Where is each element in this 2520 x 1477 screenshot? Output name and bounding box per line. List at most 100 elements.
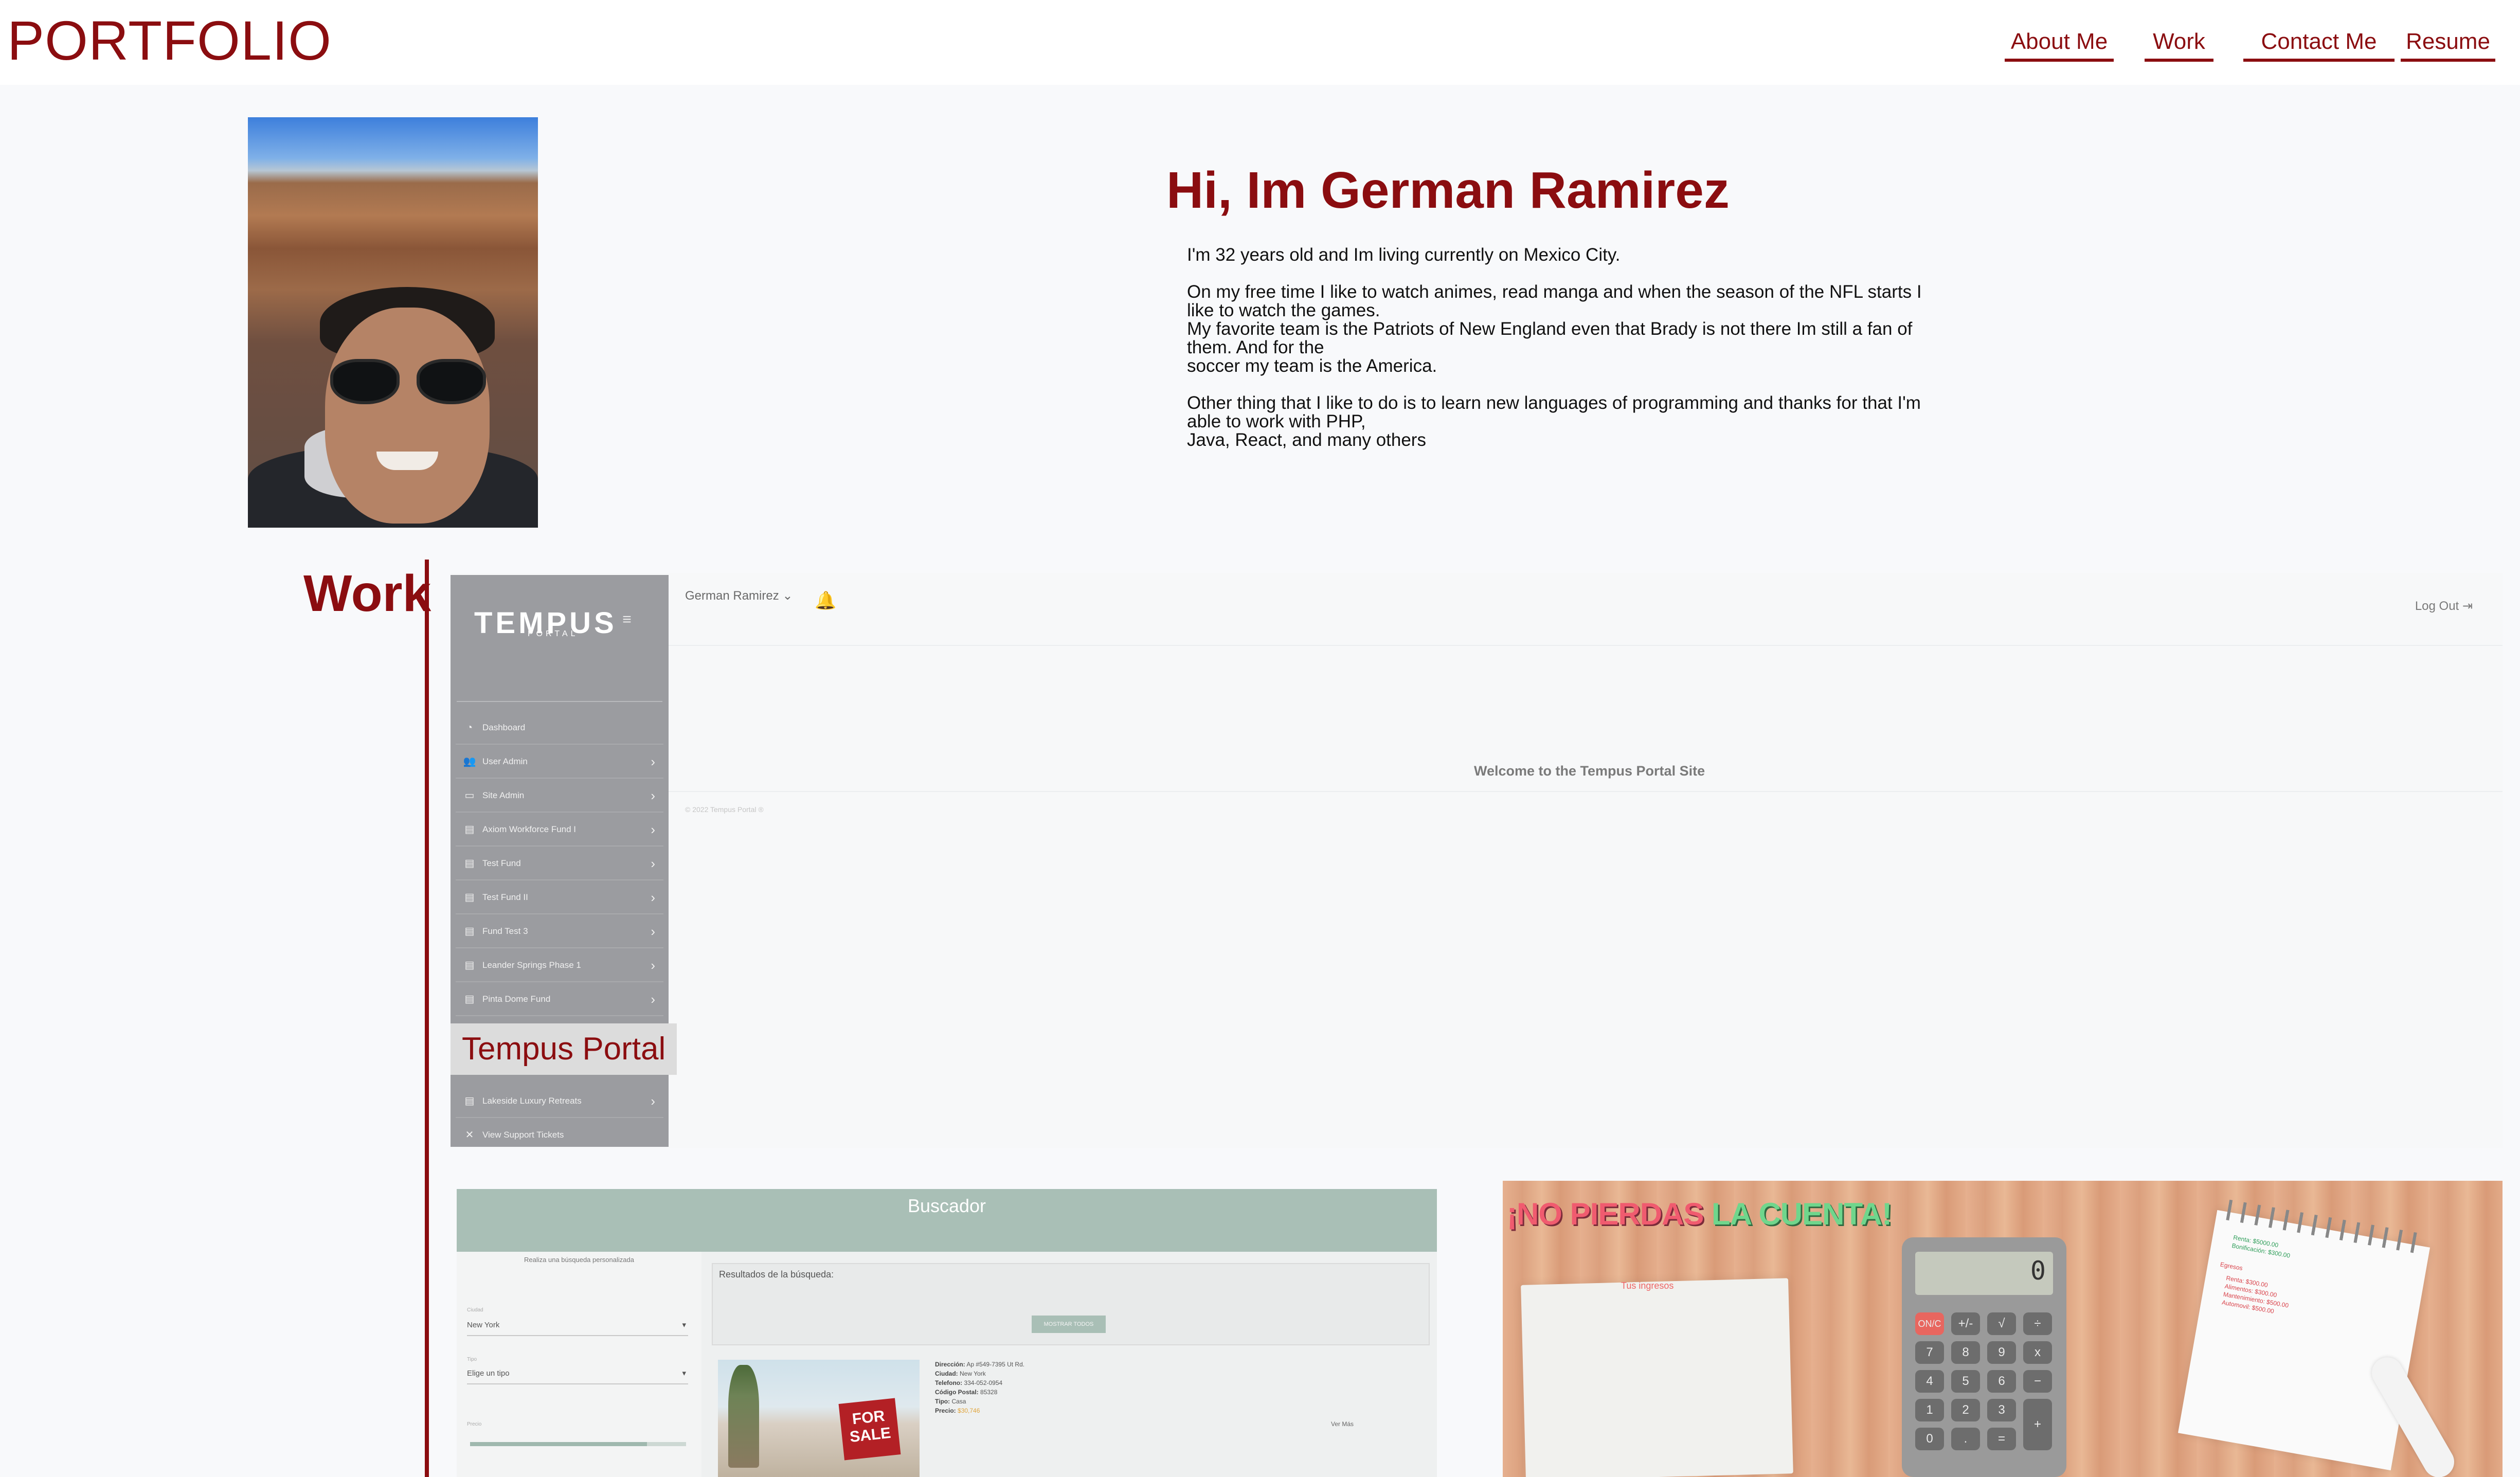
buscador-header: Buscador [457,1189,1437,1252]
notebook-egresos-label: Egresos [2219,1260,2243,1272]
crumpled-paper [1521,1278,1793,1477]
tempus-menu-item: ▭ Site Admin › [456,779,663,813]
about-paragraph: On my free time I like to watch animes, … [1187,283,1979,375]
listing-info-key: Código Postal: [935,1389,979,1396]
calculator-key: 0 [1915,1428,1944,1450]
chevron-right-icon: › [651,788,655,803]
listing-info-key: Dirección: [935,1361,965,1368]
caret-icon: ▾ [682,1369,686,1378]
calculator-key: 4 [1915,1370,1944,1393]
tempus-menu-label: Lakeside Luxury Retreats [482,1096,582,1106]
tempus-menu-label: Site Admin [482,790,525,800]
calculator-key: 6 [1987,1370,2016,1393]
chevron-right-icon: › [651,890,655,905]
chevron-right-icon: › [651,822,655,837]
results-heading: Resultados de la búsqueda: [719,1269,834,1280]
fund-icon: ▤ [464,994,475,1005]
nav-about-me[interactable]: About Me [2005,25,2114,62]
about-body: I'm 32 years old and Im living currently… [1187,246,1979,468]
buscador-subtitle: Realiza una búsqueda personalizada [524,1256,634,1264]
project-card-no-pierdas-la-cuenta[interactable]: ¡NO PIERDAS LA CUENTA! Tus ingresos 0 ON… [1503,1181,2503,1477]
nav-contact-me[interactable]: Contact Me [2243,25,2395,62]
notification-bell-icon: 🔔 [815,591,837,610]
listing-info-value: $30,746 [958,1407,980,1414]
listing-info-row: Tipo: Casa [935,1397,1024,1406]
cuenta-title: ¡NO PIERDAS LA CUENTA! [1507,1196,1892,1232]
chevron-right-icon: › [651,924,655,939]
tempus-menu-label: View Support Tickets [482,1130,564,1140]
calculator-key: + [2023,1399,2052,1450]
tempus-logout: Log Out ⇥ [2415,599,2473,614]
fund-icon: ▤ [464,960,475,971]
calculator-screen: 0 [1915,1252,2053,1295]
tempus-user-name: German Ramirez [685,589,779,603]
calculator-key: 2 [1951,1399,1980,1421]
paper-label: Tus ingresos [1621,1281,1674,1291]
tempus-menu-item: ▤ Test Fund › [456,846,663,880]
tempus-logo-sub: PORTAL [528,629,579,638]
tempus-menu-item: 👥 User Admin › [456,745,663,779]
city-label: Ciudad [467,1307,483,1313]
buscador-title: Buscador [907,1195,986,1216]
for-sale-sign: FOR SALE [838,1398,901,1461]
price-slider-fill [470,1442,647,1446]
top-header: PORTFOLIO About Me Work Contact Me Resum… [0,0,2520,85]
tempus-menu-label: Test Fund II [482,892,528,902]
calculator-key: . [1951,1428,1980,1450]
type-label: Tipo [467,1357,477,1362]
about-line: them. And for the [1187,337,1324,357]
calculator-key: 9 [1987,1341,2016,1364]
spiral-notebook: Renta: $5000.00 Bonificación: $300.00 Eg… [2177,1199,2431,1471]
fund-icon: ▤ [464,858,475,869]
chevron-right-icon: › [651,754,655,769]
calculator-key: − [2023,1370,2052,1393]
photo-smile [376,452,438,470]
see-more-link: Ver Más [1331,1420,1354,1428]
fund-icon: ▤ [464,926,475,937]
listing-info-row: Código Postal: 85328 [935,1388,1024,1397]
listing-info-value: Casa [951,1398,966,1405]
about-paragraph: I'm 32 years old and Im living currently… [1187,246,1979,264]
tools-icon: ✕ [465,1129,474,1141]
listing-info-row: Telefono: 334-052-0954 [935,1378,1024,1388]
logout-icon: ⇥ [2462,599,2473,613]
tempus-welcome-rule [669,791,2503,792]
fund-icon: ▤ [464,1095,475,1107]
palm-tree [728,1365,759,1468]
fund-icon: ▤ [464,824,475,835]
brand-title[interactable]: PORTFOLIO [7,7,332,74]
type-select: Elige un tipo ▾ [467,1366,688,1384]
tempus-menu-item: ▤ Test Fund II › [456,880,663,914]
tempus-copyright: © 2022 Tempus Portal ® [685,805,764,814]
calculator-display: 0 [2030,1256,2046,1286]
fund-icon: ▤ [464,892,475,903]
calculator-key: 8 [1951,1341,1980,1364]
tempus-menu-item: ▤ Leander Springs Phase 1 › [456,948,663,982]
calculator-key: +/- [1951,1312,1980,1335]
listing-info-row: Ciudad: New York [935,1369,1024,1378]
photo-face [325,308,490,524]
tempus-welcome: Welcome to the Tempus Portal Site [1474,763,1705,779]
nav-work[interactable]: Work [2145,25,2213,62]
listing-info-key: Precio: [935,1407,956,1414]
about-line: able to work with PHP, [1187,411,1366,431]
cuenta-title-a: ¡NO PIERDAS [1507,1197,1704,1231]
tempus-menu-label: User Admin [482,756,528,766]
about-line: like to watch the games. [1187,300,1380,320]
tempus-menu-item: ✕ View Support Tickets [456,1118,663,1148]
chevron-right-icon: › [651,1093,655,1109]
chevron-right-icon: › [651,856,655,871]
tempus-logout-label: Log Out [2415,599,2459,613]
calculator-key: 7 [1915,1341,1944,1364]
sunglasses [330,359,490,405]
sidebar-divider [457,701,662,702]
tempus-menu-label: Axiom Workforce Fund I [482,824,577,834]
project-card-tempus-portal[interactable]: TEMPUS PORTAL ≡ ◔ Dashboard 👥 User Admin › ▭ S… [451,573,2503,1148]
users-icon: 👥 [463,756,476,767]
calculator-key: x [2023,1341,2052,1364]
work-divider [425,560,429,1477]
calculator-key: 5 [1951,1370,1980,1393]
calculator-key: ÷ [2023,1312,2052,1335]
project-card-buscador[interactable]: Buscador Realiza una búsqueda personaliz… [457,1189,1437,1477]
nav-resume[interactable]: Resume [2401,25,2495,62]
